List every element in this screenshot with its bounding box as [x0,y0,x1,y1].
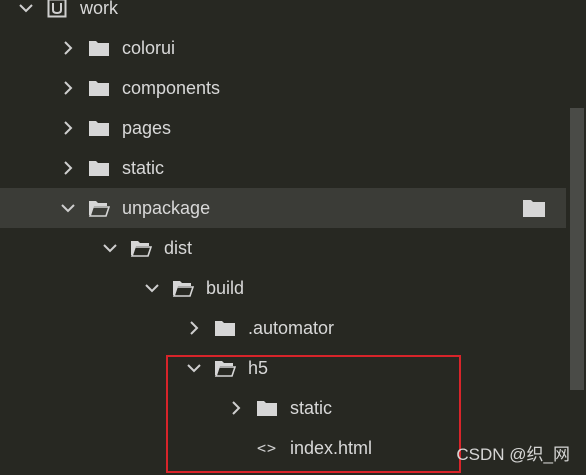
open-folder-icon[interactable] [522,198,546,218]
chevron-right-icon[interactable] [58,78,78,98]
tree-item-unpackage[interactable]: unpackage [0,188,566,228]
tree-item-label: h5 [248,358,269,378]
tree-item-label: static [122,158,165,178]
chevron-down-icon[interactable] [58,198,78,218]
chevron-right-icon[interactable] [58,38,78,58]
file-explorer-tree: work colorui components pages static unp… [0,0,566,475]
folder-open-icon [88,198,110,218]
folder-icon [88,38,110,58]
project-icon [46,0,68,18]
tree-item-label: unpackage [122,198,211,218]
folder-icon [88,158,110,178]
tree-item-build[interactable]: build [0,268,566,308]
tree-item-label: build [206,278,245,298]
code-file-icon: <> [256,439,278,457]
folder-icon [214,318,236,338]
tree-item-label: .automator [248,318,335,338]
tree-item-label: index.html [290,438,373,458]
chevron-down-icon[interactable] [184,358,204,378]
scrollbar-thumb[interactable] [570,108,584,390]
chevron-right-icon[interactable] [58,118,78,138]
tree-item-label: static [290,398,333,418]
tree-item-static[interactable]: static [0,148,566,188]
chevron-right-icon[interactable] [58,158,78,178]
folder-icon [256,398,278,418]
tree-item-colorui[interactable]: colorui [0,28,566,68]
watermark-text: CSDN @织_网 [456,445,570,464]
tree-item-pages[interactable]: pages [0,108,566,148]
chevron-right-icon[interactable] [226,398,246,418]
tree-item-automator[interactable]: .automator [0,308,566,348]
tree-item-components[interactable]: components [0,68,566,108]
chevron-right-icon[interactable] [184,318,204,338]
tree-item-label: dist [164,238,193,258]
vertical-scrollbar[interactable] [566,0,586,475]
tree-item-label: pages [122,118,172,138]
chevron-down-icon[interactable] [16,0,36,18]
tree-item-label: components [122,78,221,98]
folder-open-icon [214,358,236,378]
folder-icon [88,118,110,138]
tree-item-label: colorui [122,38,176,58]
chevron-down-icon[interactable] [100,238,120,258]
tree-item-work[interactable]: work [0,0,566,28]
tree-item-dist[interactable]: dist [0,228,566,268]
folder-open-icon [130,238,152,258]
folder-icon [88,78,110,98]
chevron-down-icon[interactable] [142,278,162,298]
tree-item-h5[interactable]: h5 [0,348,566,388]
tree-item-label: work [80,0,119,18]
tree-item-h5-static[interactable]: static [0,388,566,428]
folder-open-icon [172,278,194,298]
